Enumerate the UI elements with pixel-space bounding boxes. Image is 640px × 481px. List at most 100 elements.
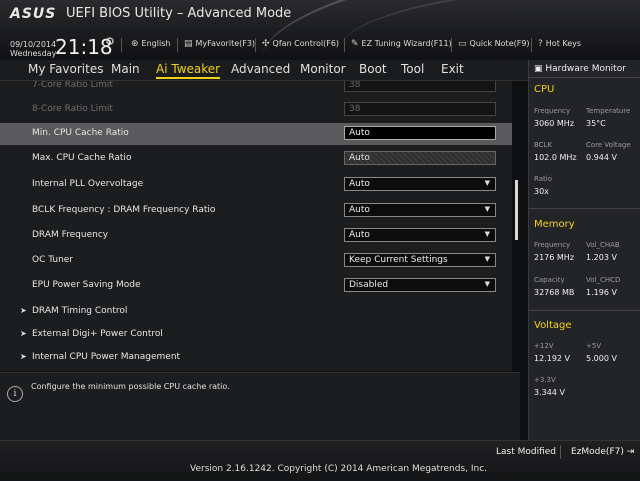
help-panel: i Configure the minimum possible CPU cac… [0, 372, 520, 441]
core-voltage-value: 0.944 V [586, 153, 617, 162]
setting-label: 8-Core Ratio Limit [32, 104, 113, 114]
chevron-right-icon: ➤ [20, 306, 27, 315]
dropdown-arrow-icon: ▼ [484, 205, 490, 213]
memory-frequency-value: 2176 MHz [534, 253, 575, 262]
tab-tool[interactable]: Tool [401, 62, 424, 76]
setting-label: OC Tuner [32, 255, 74, 265]
submenu-dram-timing-control[interactable]: ➤ DRAM Timing Control [0, 301, 512, 323]
setting-row-max-cpu-cache-ratio[interactable]: Max. CPU Cache Ratio Auto [0, 148, 512, 170]
setting-label: Max. CPU Cache Ratio [32, 153, 132, 163]
cpu-temperature-value: 35°C [586, 119, 606, 128]
globe-icon: ⊕ [131, 39, 139, 49]
divider [121, 38, 122, 52]
setting-value-field: 38 [344, 81, 496, 92]
setting-label: Min. CPU Cache Ratio [32, 128, 129, 138]
wizard-icon: ✎ [351, 39, 359, 49]
chevron-right-icon: ➤ [20, 352, 27, 361]
hotkeys-icon: ? [538, 39, 543, 49]
exit-arrow-icon: ⇥ [626, 447, 635, 457]
bottom-bar: Last Modified EzMode(F7) ⇥ Version 2.16.… [0, 440, 640, 481]
vol-chab-label: Vol_CHAB [586, 241, 620, 249]
capacity-label: Capacity [534, 276, 565, 284]
cpu-frequency-value: 3060 MHz [534, 119, 575, 128]
weekday-text: Wednesday [10, 49, 57, 58]
setting-row-oc-tuner[interactable]: OC Tuner Keep Current Settings ▼ [0, 250, 512, 272]
setting-value-field: 38 [344, 102, 496, 116]
qfan-control-button[interactable]: ✣ Qfan Control(F6) [262, 39, 339, 49]
setting-label: 7-Core Ratio Limit [32, 81, 113, 90]
max-cpu-cache-ratio-input[interactable]: Auto [344, 151, 496, 165]
last-modified-button[interactable]: Last Modified [496, 447, 556, 457]
setting-label: BCLK Frequency : DRAM Frequency Ratio [32, 205, 216, 215]
app-title: UEFI BIOS Utility – Advanced Mode [66, 6, 292, 21]
dram-frequency-select[interactable]: Auto ▼ [344, 228, 496, 242]
ratio-value: 30x [534, 187, 549, 196]
tab-boot[interactable]: Boot [359, 62, 387, 76]
setting-row-epu-power-saving[interactable]: EPU Power Saving Mode Disabled ▼ [0, 275, 512, 297]
tab-monitor[interactable]: Monitor [300, 62, 346, 76]
top-bar: ASUS UEFI BIOS Utility – Advanced Mode 0… [0, 0, 640, 60]
main-menu-bar: My Favorites Main Ai Tweaker Advanced Mo… [0, 60, 528, 81]
min-cpu-cache-ratio-input[interactable]: Auto [344, 126, 496, 140]
setting-row: 8-Core Ratio Limit 38 [0, 99, 512, 121]
language-button[interactable]: ⊕ English [131, 39, 170, 49]
cpu-temperature-label: Temperature [586, 107, 631, 115]
ezmode-button[interactable]: EzMode(F7) ⇥ [571, 447, 634, 457]
v5-value: 5.000 V [586, 354, 617, 363]
quick-note-button[interactable]: ▭ Quick Note(F9) [458, 39, 530, 49]
settings-scrollbar[interactable] [515, 180, 518, 240]
epu-power-saving-select[interactable]: Disabled ▼ [344, 278, 496, 292]
version-text: Version 2.16.1242. Copyright (C) 2014 Am… [190, 464, 488, 474]
internal-pll-overvoltage-select[interactable]: Auto ▼ [344, 177, 496, 191]
gear-icon[interactable]: ⚙ [105, 35, 115, 48]
dropdown-arrow-icon: ▼ [484, 255, 490, 263]
setting-row: 7-Core Ratio Limit 38 [0, 81, 512, 97]
myfavorite-button[interactable]: ▤ MyFavorite(F3) [184, 39, 255, 49]
oc-tuner-select[interactable]: Keep Current Settings ▼ [344, 253, 496, 267]
tab-advanced[interactable]: Advanced [231, 62, 290, 76]
divider [451, 38, 452, 52]
note-icon: ▭ [458, 39, 467, 49]
divider [177, 38, 178, 52]
date-text: 09/10/2014 [10, 40, 57, 49]
date-display: 09/10/2014 Wednesday [10, 40, 56, 58]
fan-icon: ✣ [262, 39, 270, 49]
memory-section-heading: Memory [534, 219, 575, 230]
submenu-label: DRAM Timing Control [32, 306, 128, 316]
divider [529, 310, 640, 311]
submenu-external-digi-power[interactable]: ➤ External Digi+ Power Control [0, 324, 512, 346]
tab-exit[interactable]: Exit [441, 62, 464, 76]
submenu-internal-cpu-power[interactable]: ➤ Internal CPU Power Management [0, 347, 512, 369]
v5-label: +5V [586, 342, 602, 350]
help-text: Configure the minimum possible CPU cache… [31, 382, 230, 391]
hot-keys-button[interactable]: ? Hot Keys [538, 39, 581, 49]
setting-row-min-cpu-cache-ratio[interactable]: Min. CPU Cache Ratio Auto [0, 123, 512, 145]
v12-value: 12.192 V [534, 354, 571, 363]
info-icon: i [7, 386, 23, 402]
bclk-value: 102.0 MHz [534, 153, 577, 162]
submenu-label: Internal CPU Power Management [32, 352, 181, 362]
tab-ai-tweaker[interactable]: Ai Tweaker [156, 62, 221, 79]
setting-label: Internal PLL Overvoltage [32, 179, 144, 189]
tab-main[interactable]: Main [111, 62, 140, 76]
vol-chcd-value: 1.196 V [586, 288, 617, 297]
divider [344, 38, 345, 52]
setting-row-internal-pll-overvoltage[interactable]: Internal PLL Overvoltage Auto ▼ [0, 174, 512, 196]
divider [529, 77, 640, 78]
v33-label: +3.3V [534, 376, 556, 384]
vol-chab-value: 1.203 V [586, 253, 617, 262]
divider [531, 38, 532, 52]
tab-my-favorites[interactable]: My Favorites [28, 62, 103, 76]
v33-value: 3.344 V [534, 388, 565, 397]
monitor-icon: ▣ [534, 64, 546, 74]
capacity-value: 32768 MB [534, 288, 575, 297]
chevron-right-icon: ➤ [20, 329, 27, 338]
setting-row-dram-frequency[interactable]: DRAM Frequency Auto ▼ [0, 225, 512, 247]
core-voltage-label: Core Voltage [586, 141, 631, 149]
bclk-dram-ratio-select[interactable]: Auto ▼ [344, 203, 496, 217]
cpu-section-heading: CPU [534, 84, 555, 95]
setting-row-bclk-dram-ratio[interactable]: BCLK Frequency : DRAM Frequency Ratio Au… [0, 200, 512, 222]
dropdown-arrow-icon: ▼ [484, 179, 490, 187]
voltage-section-heading: Voltage [534, 320, 572, 331]
ez-tuning-wizard-button[interactable]: ✎ EZ Tuning Wizard(F11) [351, 39, 452, 49]
